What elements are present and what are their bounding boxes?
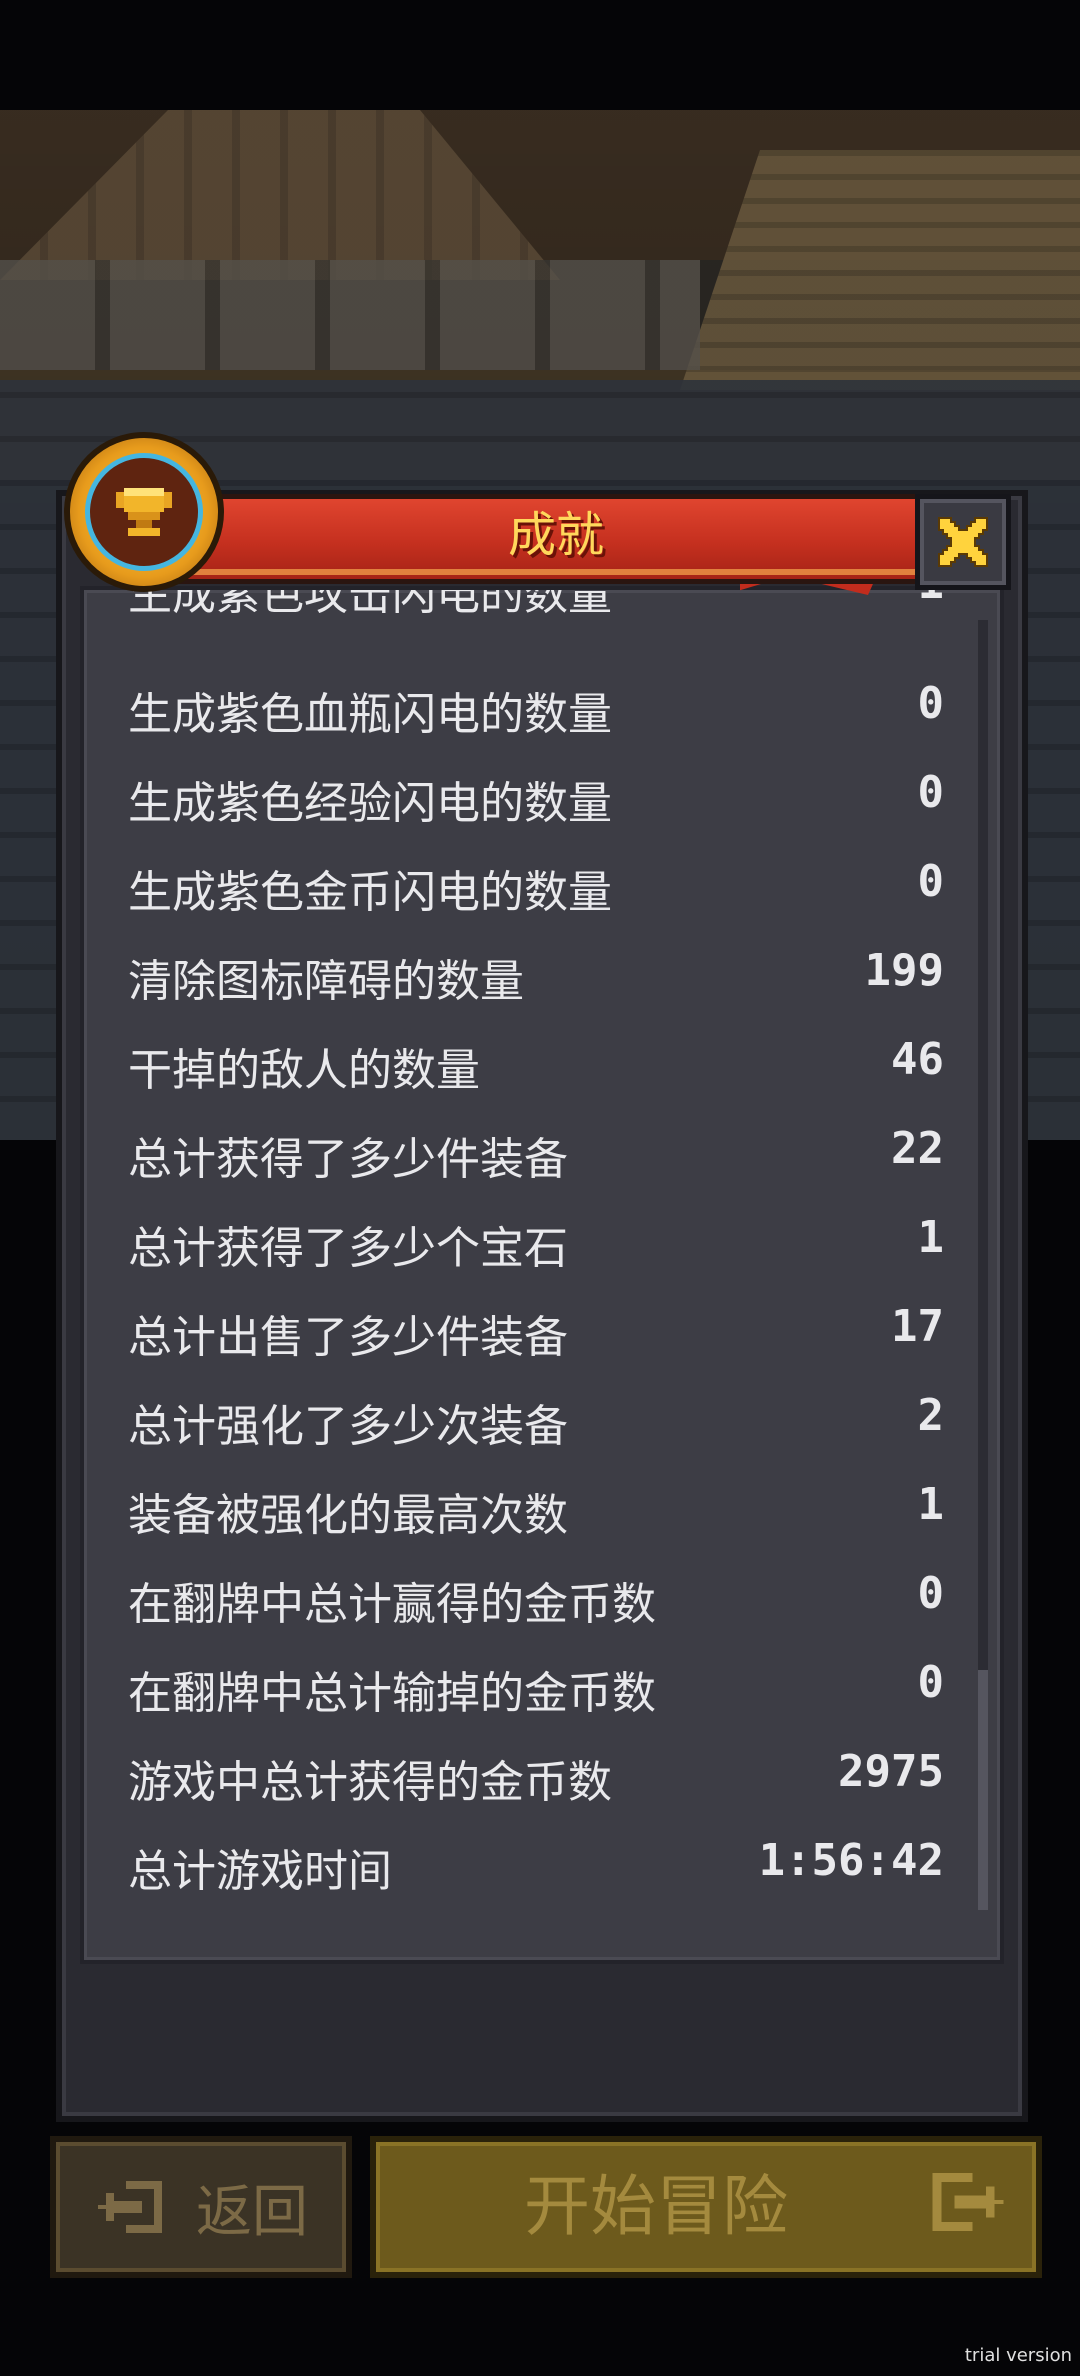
stat-label: 总计获得了多少件装备 [128, 1134, 568, 1185]
stat-row: 干掉的敌人的数量 46 [84, 1012, 1000, 1101]
stat-row: 生成紫色经验闪电的数量 0 [84, 745, 1000, 834]
game-screen: 生成紫色攻击闪电的数量1生成紫色血瓶闪电的数量0生成紫色经验闪电的数量0生成紫色… [0, 0, 1080, 2376]
stat-value: 2975 [838, 1746, 944, 1797]
stat-row: 在翻牌中总计赢得的金币数 0 [84, 1546, 1000, 1635]
achievements-dialog: 生成紫色攻击闪电的数量1生成紫色血瓶闪电的数量0生成紫色经验闪电的数量0生成紫色… [56, 490, 1028, 2122]
stat-row: 总计获得了多少个宝石 1 [84, 1190, 1000, 1279]
stat-value: 0 [917, 1568, 945, 1619]
back-label: 返回 [196, 2179, 308, 2245]
stat-label: 生成紫色经验闪电的数量 [128, 778, 612, 829]
stat-row: 清除图标障碍的数量 199 [84, 923, 1000, 1012]
stat-value: 0 [917, 1657, 945, 1708]
trophy-badge [64, 432, 224, 592]
stat-row: 装备被强化的最高次数 1 [84, 1457, 1000, 1546]
stat-row: 游戏中总计获得的金币数 2975 [84, 1724, 1000, 1813]
stat-value: 2 [917, 1390, 945, 1441]
dialog-title: 成就 [507, 507, 604, 563]
stat-row: 生成紫色血瓶闪电的数量 0 [84, 656, 1000, 745]
stat-value: 1:56:42 [758, 1835, 944, 1886]
stat-label: 总计强化了多少次装备 [128, 1401, 568, 1452]
close-button[interactable] [915, 494, 1011, 590]
exit-right-icon [932, 2173, 1004, 2231]
stat-row: 在翻牌中总计输掉的金币数 0 [84, 1635, 1000, 1724]
stat-label: 游戏中总计获得的金币数 [128, 1757, 612, 1808]
stat-label: 干掉的敌人的数量 [128, 1045, 480, 1096]
watermark-text: trial version [964, 2345, 1072, 2366]
stat-label: 总计出售了多少件装备 [128, 1312, 568, 1363]
stat-row: 总计出售了多少件装备 17 [84, 1279, 1000, 1368]
stat-row: 生成紫色攻击闪电的数量1 [84, 586, 1000, 656]
building-roof-right [680, 150, 1080, 390]
stat-value: 0 [917, 678, 945, 729]
building-roof [0, 110, 560, 280]
stat-label: 总计游戏时间 [128, 1846, 392, 1897]
back-button[interactable]: 返回 [50, 2136, 352, 2278]
stat-value: 0 [917, 767, 945, 818]
stat-label: 总计获得了多少个宝石 [128, 1223, 568, 1274]
stat-label: 在翻牌中总计输掉的金币数 [128, 1668, 656, 1719]
trophy-icon [85, 453, 203, 571]
start-adventure-label: 开始冒险 [524, 2168, 788, 2245]
stats-list[interactable]: 生成紫色攻击闪电的数量1生成紫色血瓶闪电的数量0生成紫色经验闪电的数量0生成紫色… [84, 586, 1000, 1902]
stat-row: 总计游戏时间 1:56:42 [84, 1813, 1000, 1902]
stat-row: 总计强化了多少次装备 2 [84, 1368, 1000, 1457]
stat-value: 17 [891, 1301, 944, 1352]
stat-value: 1 [917, 1479, 945, 1530]
stat-value: 0 [917, 856, 945, 907]
stat-label: 装备被强化的最高次数 [128, 1490, 568, 1541]
stat-label: 清除图标障碍的数量 [128, 956, 524, 1007]
stat-label: 在翻牌中总计赢得的金币数 [128, 1579, 656, 1630]
close-x-icon [937, 516, 989, 568]
stat-row: 总计获得了多少件装备 22 [84, 1101, 1000, 1190]
stat-value: 199 [864, 945, 944, 996]
building-beam [0, 260, 700, 370]
stat-value: 1 [917, 1212, 945, 1263]
stat-label: 生成紫色金币闪电的数量 [128, 867, 612, 918]
exit-left-icon [98, 2181, 162, 2233]
start-adventure-button[interactable]: 开始冒险 [370, 2136, 1042, 2278]
stat-value: 22 [891, 1123, 944, 1174]
stat-row: 生成紫色金币闪电的数量 0 [84, 834, 1000, 923]
achievements-panel[interactable]: 生成紫色攻击闪电的数量1生成紫色血瓶闪电的数量0生成紫色经验闪电的数量0生成紫色… [80, 586, 1004, 1964]
scrollbar-thumb[interactable] [978, 1670, 988, 1910]
stat-label: 生成紫色血瓶闪电的数量 [128, 689, 612, 740]
stat-label: 生成紫色攻击闪电的数量 [128, 586, 612, 620]
stat-value: 46 [891, 1034, 944, 1085]
